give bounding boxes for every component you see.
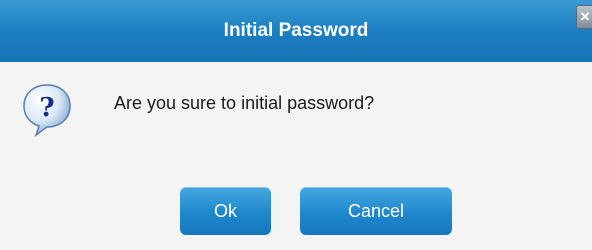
dialog-titlebar[interactable]: Initial Password × [0, 0, 592, 62]
initial-password-dialog: Initial Password × ? Are you sure to ini… [0, 0, 592, 250]
close-button[interactable]: × [576, 5, 592, 29]
close-icon: × [580, 7, 590, 26]
confirmation-message: Are you sure to initial password? [114, 93, 375, 113]
question-icon: ? [23, 84, 71, 137]
dialog-title: Initial Password [223, 20, 369, 41]
cancel-button[interactable]: Cancel [300, 187, 452, 235]
svg-text:?: ? [39, 93, 54, 123]
ok-button[interactable]: Ok [180, 187, 271, 235]
